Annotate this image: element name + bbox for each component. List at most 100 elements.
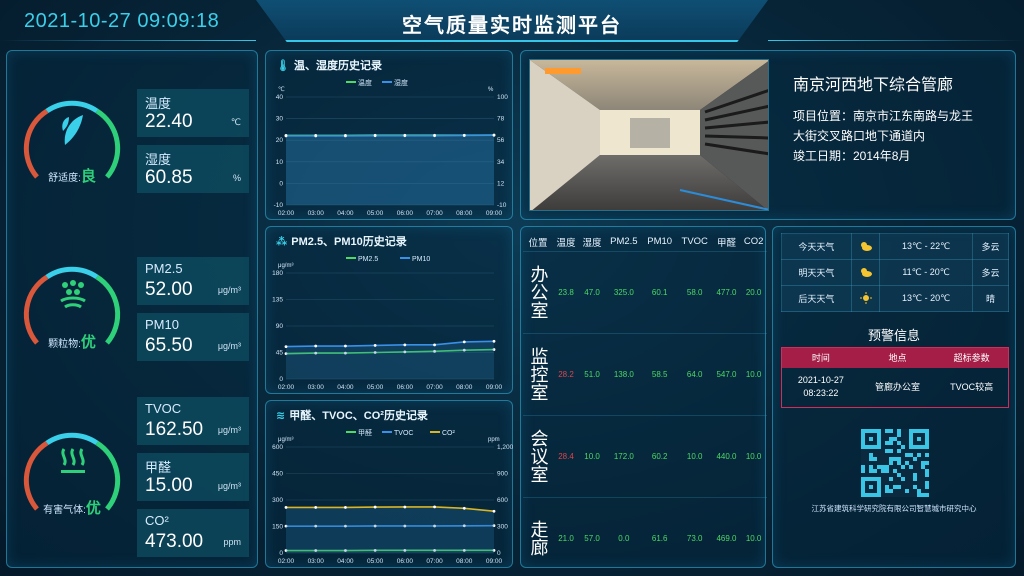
qr-module [897, 433, 901, 437]
metric-name: 湿度 [145, 152, 172, 167]
data-point [373, 344, 377, 347]
value-cell: 28.4 [553, 414, 580, 497]
metric-unit: μg/m³ [217, 285, 241, 295]
col-header: 地点 [859, 347, 936, 368]
qr-module [897, 485, 901, 489]
qr-module [909, 465, 913, 469]
metric-name: PM2.5 [145, 261, 183, 276]
formaldehyde-card: 甲醛 15.00 μg/m³ [137, 453, 249, 501]
y2-tick-label: 1,200 [497, 444, 514, 451]
qr-module [869, 469, 873, 473]
harmful-gas-gauge: 有害气体:优 [17, 421, 127, 531]
series-area [286, 506, 494, 553]
x-tick-label: 02:00 [278, 558, 295, 565]
metric-name: 甲醛 [145, 460, 172, 475]
value-cell: 21.0 [553, 496, 580, 576]
col-header: 温度 [556, 237, 576, 249]
particles-icon [57, 279, 89, 311]
col-header: PM2.5 [610, 236, 638, 248]
value-cell: 60.2 [642, 414, 677, 497]
qr-module [893, 457, 897, 461]
organization-name: 江苏省建筑科学研究院有限公司智慧城市研究中心 [811, 504, 977, 513]
axis-unit-right: % [488, 87, 494, 93]
x-tick-label: 08:00 [456, 210, 473, 217]
title-bar: 空气质量实时监测平台 [256, 0, 768, 42]
qr-module [901, 465, 905, 469]
warning-row[interactable]: 2021-10-27 08:23:22 管廊办公室 TVOC较高 [782, 368, 1009, 408]
temperature-value: 22.40 [145, 111, 193, 132]
x-tick-label: 06:00 [397, 384, 414, 391]
location-cell: 走廊 [523, 496, 553, 576]
left-metrics-panel: 舒适度:良 温度 22.40 ℃ 湿度 60.85 % 颗粒物:优 PM2.5 … [6, 50, 258, 568]
tvoc-value: 162.50 [145, 419, 204, 440]
temperature-card: 温度 22.40 ℃ [137, 89, 249, 137]
location-cell: 会议室 [523, 414, 553, 497]
x-tick-label: 04:00 [337, 210, 354, 217]
value-cell: 547.0 [712, 332, 741, 415]
data-point [492, 509, 496, 513]
data-point [373, 134, 377, 138]
qr-module [913, 485, 917, 489]
weather-desc: 多云 [972, 233, 1009, 260]
qr-module [897, 457, 901, 461]
qr-module [893, 485, 897, 489]
temp-humidity-chart: 温度 湿度℃ %40 10030 7820 5610 340 12-10 -1002:00 03:… [274, 78, 509, 217]
axis-unit-left: μg/m³ [278, 263, 293, 269]
y-tick-label: 0 [279, 376, 283, 383]
col-header: 甲醛 [716, 237, 736, 249]
weather-warning-panel: 今天天气 13℃ - 22℃ 多云 明天天气 11℃ - 20℃ 多云 后天天气… [772, 226, 1016, 568]
col-header: 超标参数 [935, 347, 1009, 368]
y-tick-label: 135 [272, 297, 283, 304]
harmful-gas-status: 优 [85, 500, 101, 517]
weather-day: 明天天气 [781, 259, 852, 286]
qr-module [925, 481, 929, 485]
y-tick-label: 180 [272, 270, 283, 277]
sun-icon [850, 285, 881, 312]
metric-name: 温度 [145, 96, 172, 111]
x-tick-label: 05:00 [367, 384, 384, 391]
x-tick-label: 09:00 [486, 384, 503, 391]
y2-tick-label: 100 [497, 94, 508, 101]
qr-finder-dot [869, 485, 873, 489]
x-tick-label: 02:00 [278, 384, 295, 391]
axis-unit-left: μg/m³ [278, 437, 293, 443]
weather-row: 后天天气 13℃ - 20℃ 晴 [781, 285, 1009, 312]
qr-module [889, 477, 893, 481]
value-cell: 20.0 [740, 250, 767, 333]
y-tick-label: 30 [276, 116, 284, 123]
data-point [462, 134, 466, 137]
data-point [344, 344, 347, 348]
qr-module [877, 465, 881, 469]
qr-module [889, 461, 893, 465]
x-tick-label: 03:00 [308, 210, 325, 217]
tvoc-card: TVOC 162.50 μg/m³ [137, 397, 249, 445]
x-tick-label: 07:00 [426, 384, 443, 391]
partly-cloudy-icon [850, 233, 881, 260]
x-tick-label: 05:00 [367, 558, 384, 565]
y2-tick-label: 300 [497, 524, 508, 531]
qr-module [893, 469, 897, 473]
qr-module [925, 473, 929, 477]
gas-wave-icon [59, 447, 87, 477]
metric-name: PM10 [145, 317, 179, 332]
table-row: 走廊 21.0 57.0 0.0 61.6 73.0 469.0 10.0 [523, 496, 767, 576]
x-tick-label: 09:00 [486, 210, 503, 217]
legend-label: 湿度 [394, 78, 408, 87]
pm25-value: 52.00 [145, 279, 193, 300]
weather-temp: 13℃ - 20℃ [879, 285, 974, 312]
qr-code[interactable] [861, 429, 929, 497]
warning-header-row: 时间 地点 超标参数 [781, 347, 1009, 368]
weather-desc: 晴 [972, 285, 1009, 312]
warning-param: TVOC较高 [950, 381, 994, 392]
qr-module [889, 437, 893, 441]
value-cell: 10.0 [579, 414, 606, 497]
qr-module [925, 493, 929, 497]
data-point [314, 344, 318, 348]
formaldehyde-value: 15.00 [145, 475, 193, 496]
qr-module [881, 465, 885, 469]
y-tick-label: 450 [272, 471, 283, 478]
legend-label: 甲醛 [358, 428, 372, 437]
partly-cloudy-icon [850, 259, 881, 286]
value-cell: 172.0 [605, 414, 643, 497]
qr-module [917, 493, 921, 497]
